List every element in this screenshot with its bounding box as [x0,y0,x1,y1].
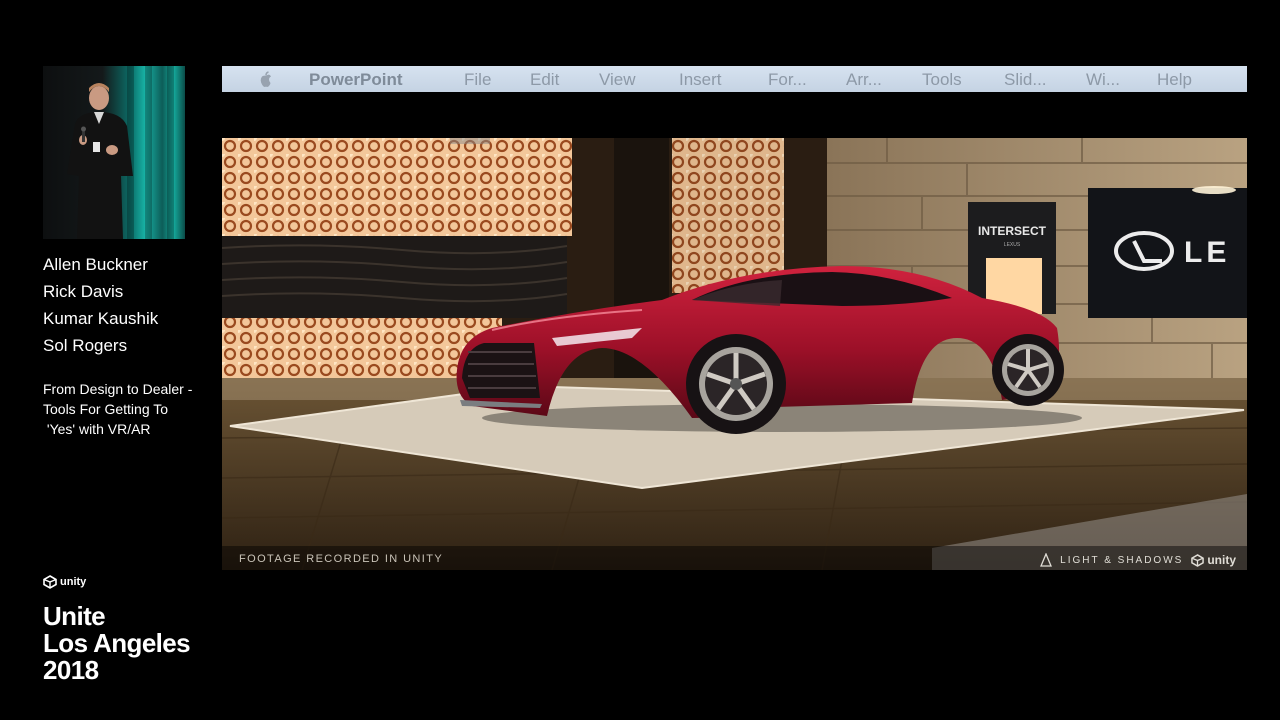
intersect-sign-subtext: LEXUS [1004,242,1021,248]
menu-edit[interactable]: Edit [530,70,559,90]
menu-app-powerpoint[interactable]: PowerPoint [309,70,403,90]
unity-video-logo: unity [1191,553,1236,567]
footage-caption: FOOTAGE RECORDED IN UNITY [239,553,444,565]
menu-file[interactable]: File [464,70,491,90]
speaker-name: Allen Buckner [43,255,148,274]
menu-window[interactable]: Wi... [1086,70,1120,90]
car-showroom-video: INTERSECT LEXUS LE FOOTAGE RECORDED IN U… [222,138,1247,570]
apple-logo-icon[interactable] [256,70,276,90]
unity-label: unity [60,576,87,588]
menu-help[interactable]: Help [1157,70,1192,90]
talk-title: From Design to Dealer - Tools For Gettin… [43,381,193,437]
showroom-scene: INTERSECT LEXUS LE [222,138,1247,570]
unity-brand: unity [43,575,86,589]
lexus-sign-text: LE [1184,236,1230,269]
light-and-shadows-logo-icon [1040,553,1053,567]
speaker-name: Kumar Kaushik [43,309,159,328]
menu-tools[interactable]: Tools [922,70,962,90]
lattice-light-panel [222,138,572,236]
menu-arrange[interactable]: Arr... [846,70,882,90]
lattice-light-panel [672,138,784,293]
partner-logos: LIGHT & SHADOWS unity [1040,553,1236,567]
menu-slide[interactable]: Slid... [1004,70,1047,90]
event-title: Unite Los Angeles 2018 [43,601,191,685]
partner-logo-text: LIGHT & SHADOWS [1060,554,1184,566]
speaker-video-feed [43,66,185,239]
mac-menu-bar: PowerPoint File Edit View Insert For... … [222,66,1247,92]
menu-insert[interactable]: Insert [679,70,722,90]
speaker-name: Rick Davis [43,282,124,301]
speaker-name: Sol Rogers [43,336,128,355]
menu-view[interactable]: View [599,70,636,90]
speaker-list: Allen Buckner Rick Davis Kumar Kaushik S… [43,251,158,359]
menu-format[interactable]: For... [768,70,807,90]
intersect-sign-text: INTERSECT [978,224,1047,238]
speaker-figure [67,83,133,239]
unity-logo-icon [1191,553,1205,567]
unity-logo-icon [43,575,57,589]
